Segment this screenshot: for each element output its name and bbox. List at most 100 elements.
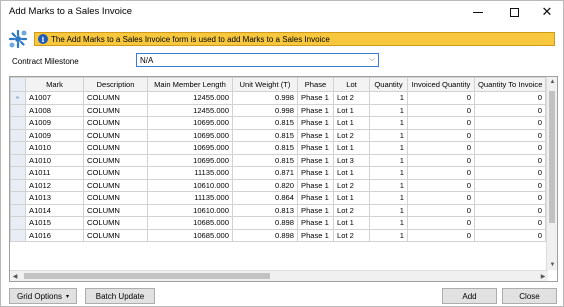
row-selector[interactable] [10,203,26,217]
table-row[interactable]: A1009 COLUMN 10695.000 0.815 Phase 1 Lot 1100 [10,116,546,130]
column-header-description[interactable]: Description [83,77,148,92]
title-bar[interactable]: Add Marks to a Sales Invoice ✕ [1,1,563,23]
cell-lot[interactable]: Lot 2 [333,178,370,192]
column-header-invoiced-quantity[interactable]: Invoiced Quantity [407,77,475,92]
cell-unit-weight[interactable]: 0.998 [232,91,298,105]
cell-unit-weight[interactable]: 0.871 [232,166,298,180]
column-header-lot[interactable]: Lot [333,77,370,92]
cell-mark[interactable]: A1014 [25,203,84,217]
cell-quantity-to-invoice[interactable]: 0 [474,178,546,192]
cell-invoiced-quantity[interactable]: 0 [407,203,475,217]
add-button[interactable]: Add [442,288,497,304]
cell-mark[interactable]: A1008 [25,103,84,117]
table-row[interactable]: A1013 COLUMN 11135.000 0.864 Phase 1 Lot 1100 [10,191,546,205]
row-selector[interactable] [10,103,26,117]
cell-invoiced-quantity[interactable]: 0 [407,128,475,142]
cell-quantity[interactable]: 1 [369,216,408,230]
cell-unit-weight[interactable]: 0.898 [232,216,298,230]
cell-main-member-length[interactable]: 10695.000 [147,153,233,167]
cell-phase[interactable]: Phase 1 [297,191,334,205]
cell-main-member-length[interactable]: 10610.000 [147,203,233,217]
row-selector[interactable] [10,228,26,242]
cell-phase[interactable]: Phase 1 [297,141,334,155]
cell-quantity[interactable]: 1 [369,141,408,155]
cell-invoiced-quantity[interactable]: 0 [407,191,475,205]
cell-unit-weight[interactable]: 0.815 [232,116,298,130]
cell-unit-weight[interactable]: 0.815 [232,153,298,167]
cell-invoiced-quantity[interactable]: 0 [407,141,475,155]
cell-description[interactable]: COLUMN [83,116,148,130]
cell-unit-weight[interactable]: 0.998 [232,103,298,117]
cell-phase[interactable]: Phase 1 [297,216,334,230]
cell-description[interactable]: COLUMN [83,91,148,105]
table-row[interactable]: A1011 COLUMN 11135.000 0.871 Phase 1 Lot 1100 [10,166,546,180]
cell-quantity[interactable]: 1 [369,103,408,117]
cell-phase[interactable]: Phase 1 [297,166,334,180]
column-header-mark[interactable]: Mark [25,77,84,92]
cell-invoiced-quantity[interactable]: 0 [407,216,475,230]
row-selector[interactable] [10,116,26,130]
grid-options-button[interactable]: Grid Options ▾ [9,288,77,304]
marks-grid[interactable]: Mark Description Main Member Length Unit… [9,76,558,282]
batch-update-button[interactable]: Batch Update [85,288,155,304]
cell-quantity-to-invoice[interactable]: 0 [474,141,546,155]
cell-quantity[interactable]: 1 [369,203,408,217]
cell-quantity[interactable]: 1 [369,191,408,205]
cell-quantity[interactable]: 1 [369,128,408,142]
cell-quantity-to-invoice[interactable]: 0 [474,91,546,105]
cell-main-member-length[interactable]: 10685.000 [147,228,233,242]
cell-main-member-length[interactable]: 10610.000 [147,178,233,192]
scroll-down-icon[interactable]: ▼ [547,260,557,270]
row-selector[interactable] [10,166,26,180]
cell-unit-weight[interactable]: 0.815 [232,141,298,155]
vertical-scrollbar[interactable]: ▲ ▼ [546,77,557,270]
cell-lot[interactable]: Lot 1 [333,216,370,230]
table-row[interactable]: A1014 COLUMN 10610.000 0.813 Phase 1 Lot 2100 [10,203,546,217]
cell-lot[interactable]: Lot 3 [333,153,370,167]
cell-quantity-to-invoice[interactable]: 0 [474,128,546,142]
cell-phase[interactable]: Phase 1 [297,91,334,105]
cell-main-member-length[interactable]: 11135.000 [147,166,233,180]
cell-lot[interactable]: Lot 2 [333,203,370,217]
row-selector[interactable] [10,153,26,167]
cell-mark[interactable]: A1016 [25,228,84,242]
cell-mark[interactable]: A1015 [25,216,84,230]
row-selector[interactable] [10,191,26,205]
cell-lot[interactable]: Lot 1 [333,166,370,180]
cell-mark[interactable]: A1011 [25,166,84,180]
cell-description[interactable]: COLUMN [83,128,148,142]
cell-quantity[interactable]: 1 [369,178,408,192]
table-row[interactable]: A1016 COLUMN 10685.000 0.898 Phase 1 Lot 2100 [10,228,546,242]
cell-unit-weight[interactable]: 0.813 [232,203,298,217]
column-header-phase[interactable]: Phase [297,77,334,92]
cell-mark[interactable]: A1009 [25,128,84,142]
cell-quantity[interactable]: 1 [369,228,408,242]
cell-main-member-length[interactable]: 10685.000 [147,216,233,230]
cell-quantity-to-invoice[interactable]: 0 [474,103,546,117]
cell-quantity-to-invoice[interactable]: 0 [474,166,546,180]
cell-description[interactable]: COLUMN [83,153,148,167]
row-pointer-icon[interactable]: ▸ [10,91,26,105]
cell-description[interactable]: COLUMN [83,166,148,180]
scroll-up-icon[interactable]: ▲ [547,77,557,87]
column-header-quantity-to-invoice[interactable]: Quantity To Invoice [474,77,546,92]
cell-main-member-length[interactable]: 12455.000 [147,103,233,117]
cell-description[interactable]: COLUMN [83,178,148,192]
cell-lot[interactable]: Lot 2 [333,91,370,105]
cell-lot[interactable]: Lot 1 [333,141,370,155]
table-row[interactable]: A1010 COLUMN 10695.000 0.815 Phase 1 Lot 1100 [10,141,546,155]
cell-invoiced-quantity[interactable]: 0 [407,178,475,192]
contract-milestone-select[interactable]: N/A ⌵ [136,53,379,67]
cell-mark[interactable]: A1013 [25,191,84,205]
cell-quantity[interactable]: 1 [369,91,408,105]
cell-invoiced-quantity[interactable]: 0 [407,116,475,130]
row-selector[interactable] [10,216,26,230]
cell-main-member-length[interactable]: 10695.000 [147,128,233,142]
cell-description[interactable]: COLUMN [83,191,148,205]
cell-main-member-length[interactable]: 12455.000 [147,91,233,105]
cell-lot[interactable]: Lot 1 [333,116,370,130]
cell-phase[interactable]: Phase 1 [297,228,334,242]
cell-phase[interactable]: Phase 1 [297,178,334,192]
cell-unit-weight[interactable]: 0.864 [232,191,298,205]
table-row[interactable]: ▸ A1007 COLUMN 12455.000 0.998 Phase 1 Lot 210… [10,91,546,105]
